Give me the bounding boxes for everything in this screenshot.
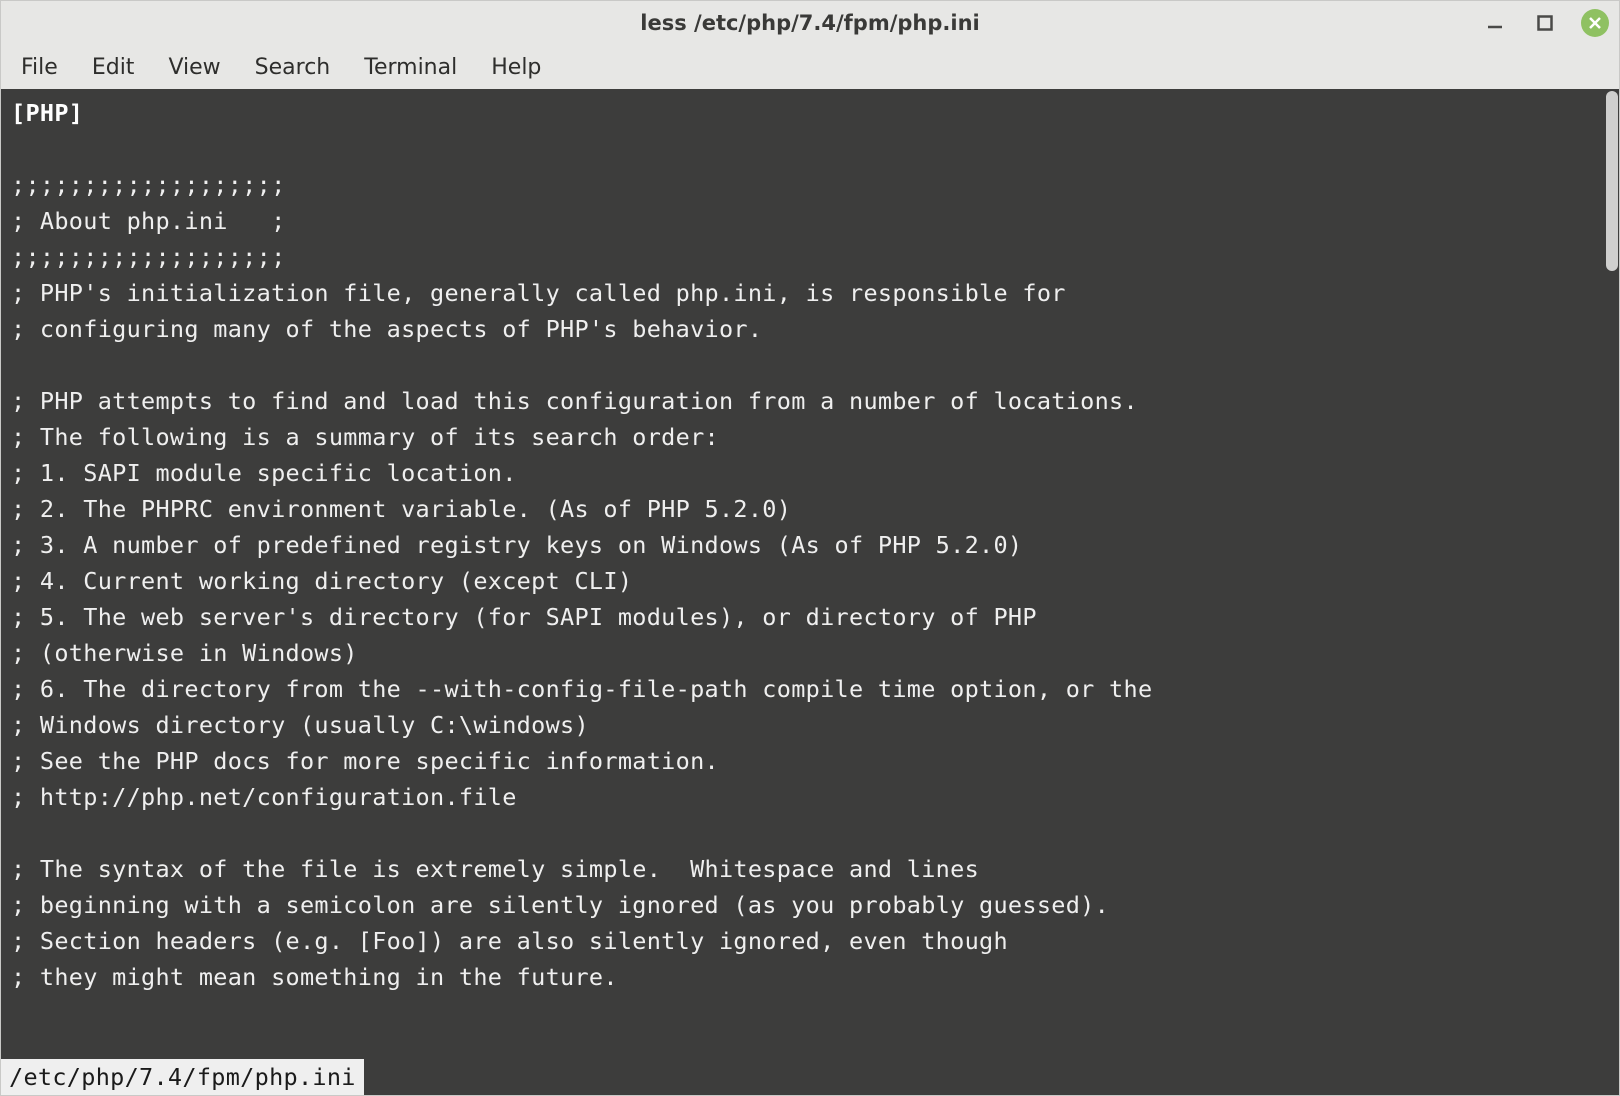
menu-terminal[interactable]: Terminal	[364, 55, 457, 80]
less-status-bar: /etc/php/7.4/fpm/php.ini	[1, 1059, 1619, 1095]
window-title: less /etc/php/7.4/fpm/php.ini	[640, 11, 979, 35]
terminal-window: less /etc/php/7.4/fpm/php.ini File Edit …	[0, 0, 1620, 1096]
maximize-icon[interactable]	[1531, 9, 1559, 37]
scrollbar-thumb[interactable]	[1606, 91, 1618, 271]
menubar: File Edit View Search Terminal Help	[1, 45, 1619, 89]
less-status-text: /etc/php/7.4/fpm/php.ini	[1, 1059, 364, 1095]
minimize-icon[interactable]	[1481, 9, 1509, 37]
window-controls	[1481, 1, 1609, 45]
menu-view[interactable]: View	[168, 55, 220, 80]
menu-help[interactable]: Help	[491, 55, 541, 80]
scrollbar[interactable]	[1605, 89, 1619, 1095]
menu-edit[interactable]: Edit	[92, 55, 135, 80]
close-icon[interactable]	[1581, 9, 1609, 37]
terminal-area[interactable]: [PHP] ;;;;;;;;;;;;;;;;;;; ; About php.in…	[1, 89, 1619, 1095]
terminal-text[interactable]: [PHP] ;;;;;;;;;;;;;;;;;;; ; About php.in…	[1, 89, 1619, 1059]
menu-file[interactable]: File	[21, 55, 58, 80]
menu-search[interactable]: Search	[255, 55, 331, 80]
titlebar: less /etc/php/7.4/fpm/php.ini	[1, 1, 1619, 45]
